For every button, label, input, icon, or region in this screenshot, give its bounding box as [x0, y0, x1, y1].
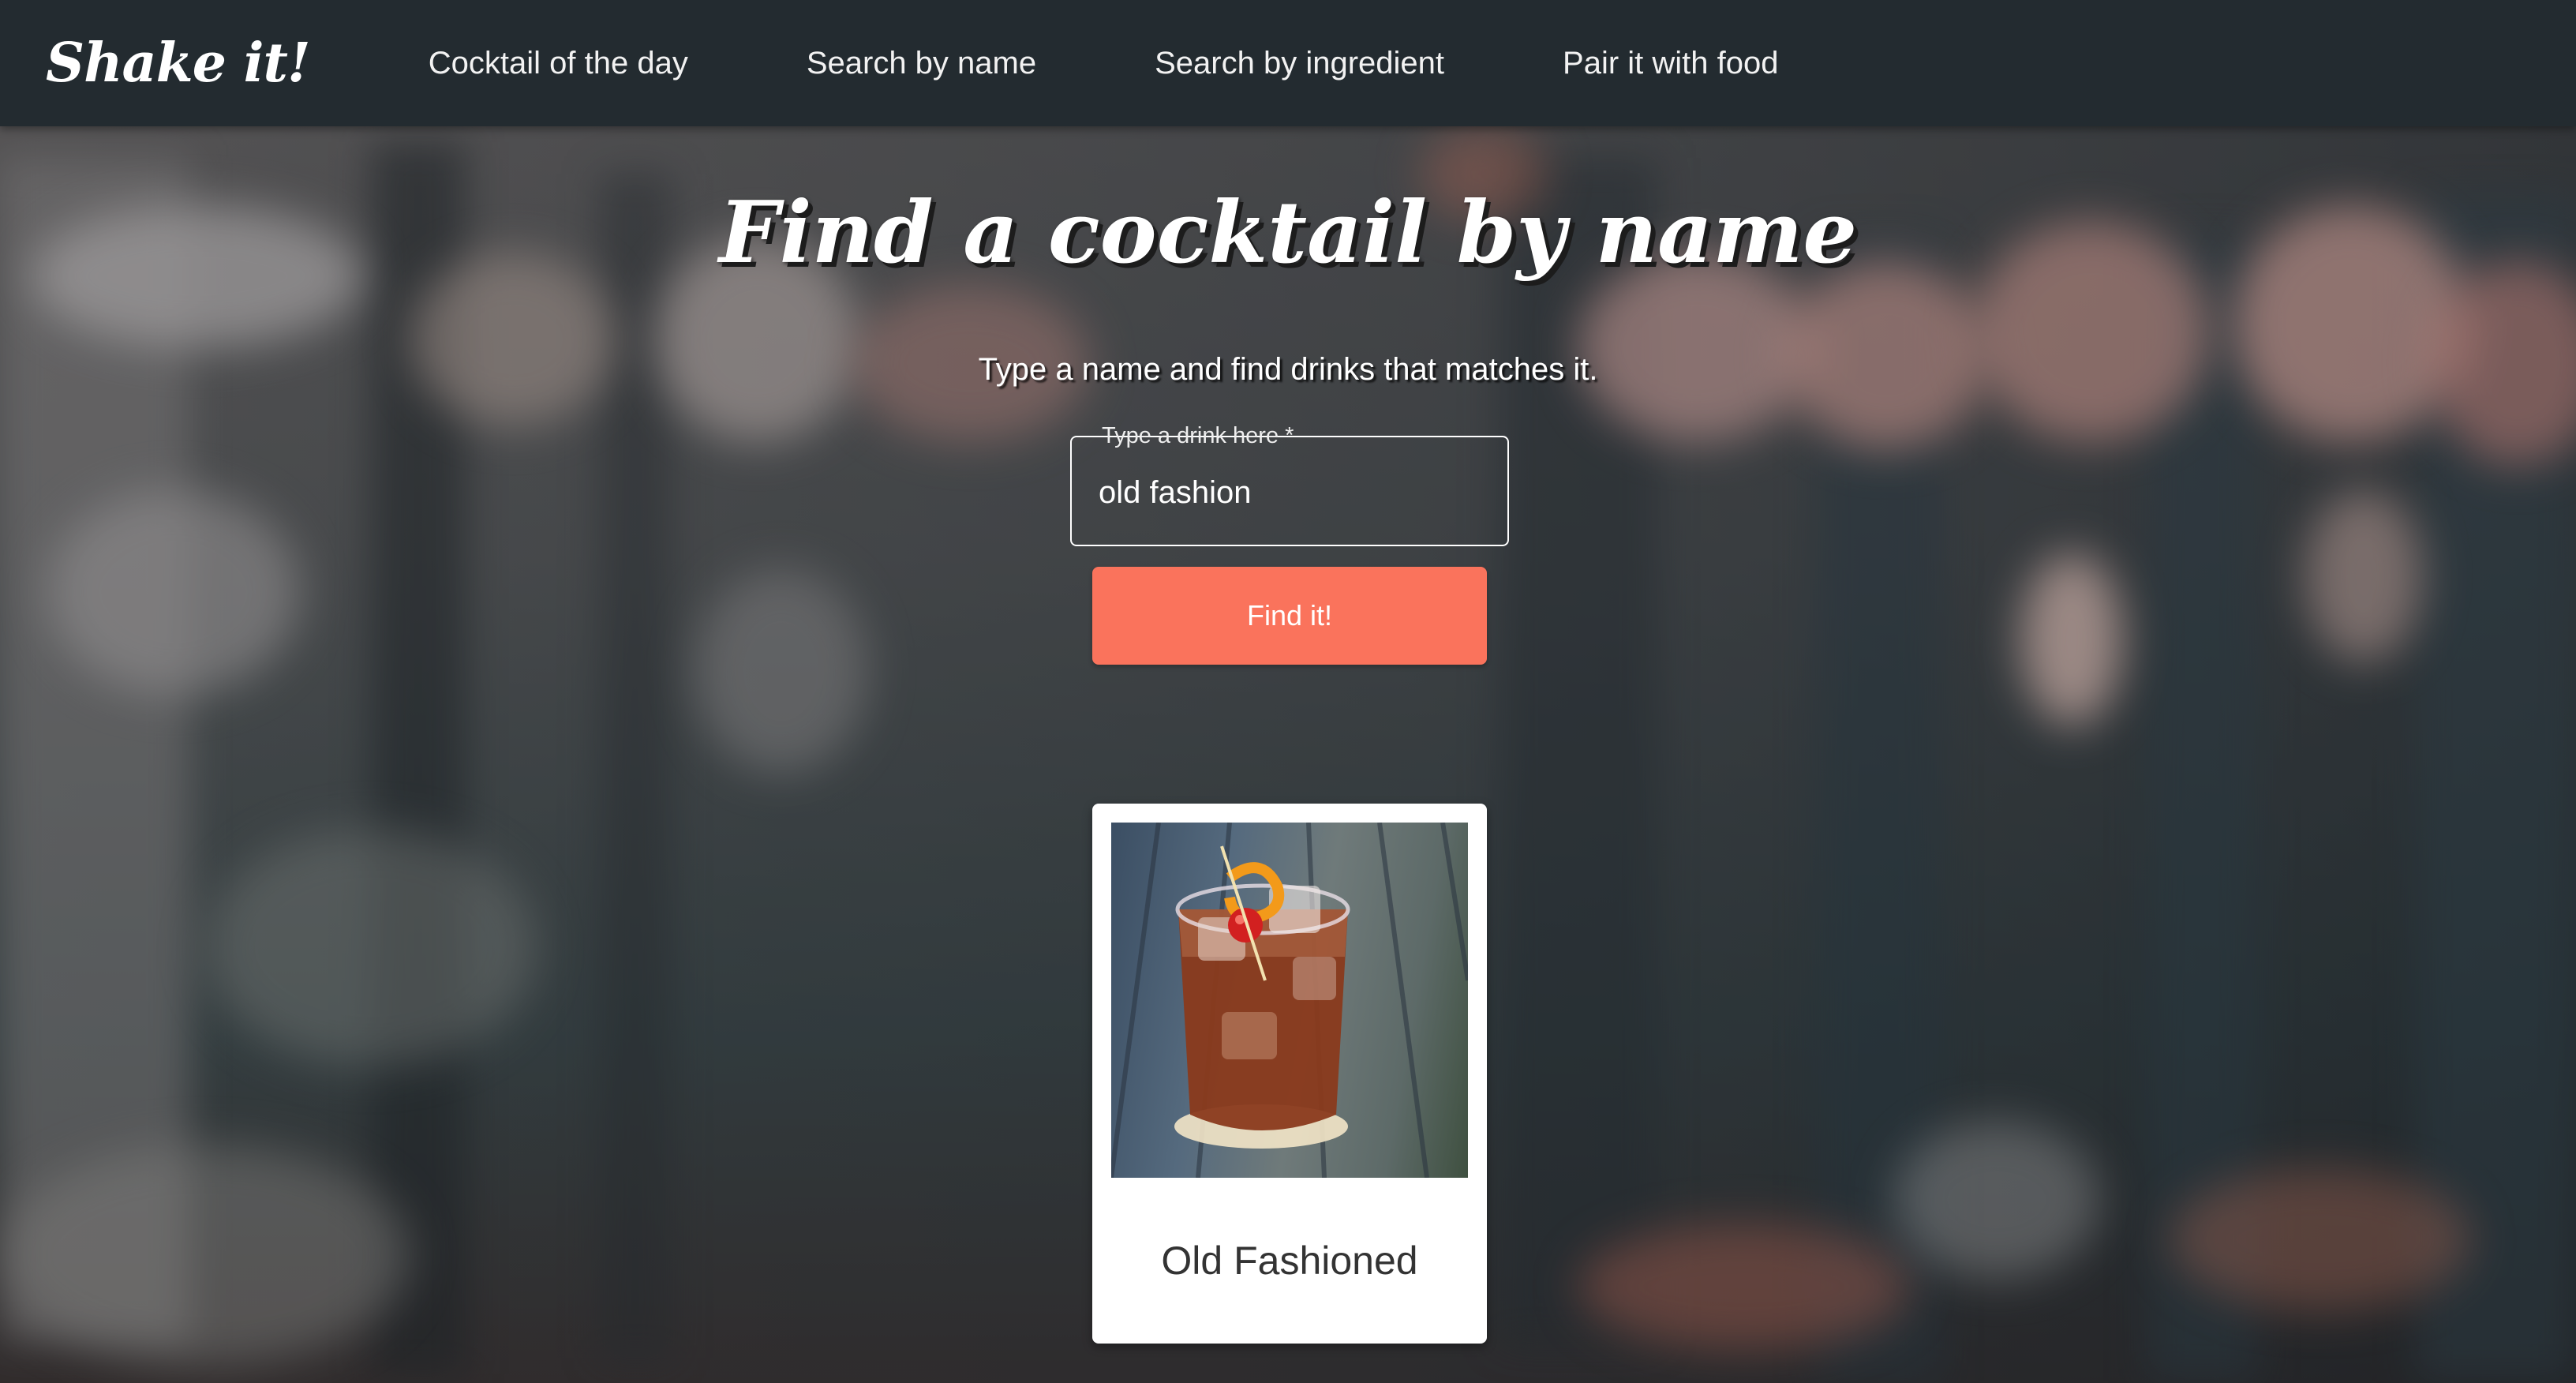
nav-link-pair-with-food[interactable]: Pair it with food — [1563, 46, 1778, 81]
drink-search-label: Type a drink here * — [1102, 423, 1294, 448]
nav-link-cocktail-of-the-day[interactable]: Cocktail of the day — [429, 46, 688, 81]
nav-links: Cocktail of the day Search by name Searc… — [429, 46, 1897, 81]
result-card[interactable]: Old Fashioned — [1092, 804, 1487, 1344]
nav-link-search-by-ingredient[interactable]: Search by ingredient — [1155, 46, 1444, 81]
old-fashioned-photo — [1111, 823, 1468, 1178]
navbar: Shake it! Cocktail of the day Search by … — [0, 0, 2576, 126]
page-title: Find a cocktail by name — [718, 183, 1858, 283]
drink-search-input[interactable] — [1099, 472, 1477, 513]
page-subtitle: Type a name and find drinks that matches… — [978, 352, 1598, 387]
search-section: Find a cocktail by name Type a name and … — [0, 126, 2576, 1383]
logo[interactable]: Shake it! — [46, 32, 311, 95]
result-title: Old Fashioned — [1161, 1239, 1418, 1283]
drink-search-field: Type a drink here * — [1070, 423, 1509, 546]
nav-link-search-by-name[interactable]: Search by name — [807, 46, 1036, 81]
cocktail-image — [1111, 823, 1468, 1178]
find-button[interactable]: Find it! — [1092, 567, 1487, 665]
